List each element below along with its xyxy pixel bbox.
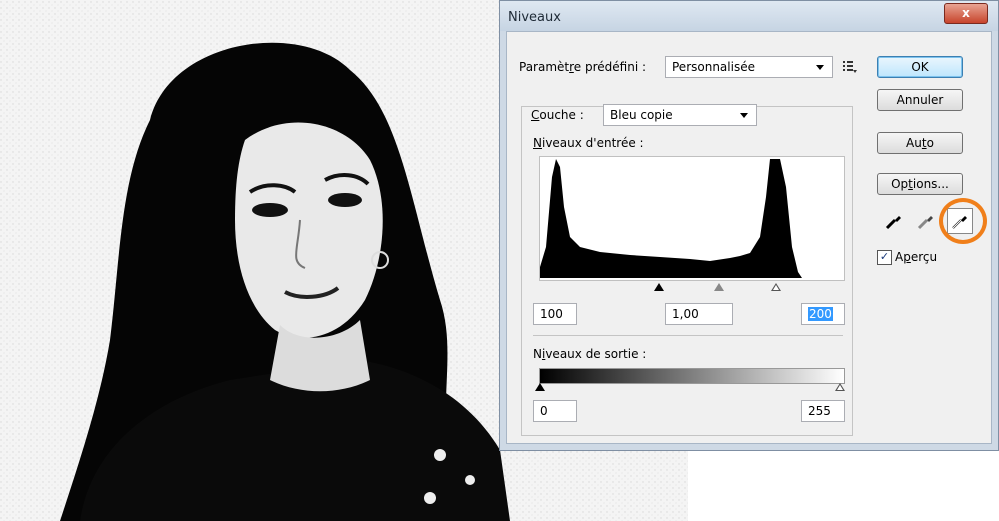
output-white-field[interactable]: 255 <box>801 400 845 422</box>
preview-checkbox[interactable]: ✓ <box>877 250 892 265</box>
preset-label: Paramètre prédéfini : <box>519 60 647 74</box>
divider <box>533 335 843 336</box>
preset-value: Personnalisée <box>672 60 755 74</box>
title-bar[interactable]: Niveaux x <box>500 1 998 31</box>
input-white-field[interactable]: 200 <box>801 303 845 325</box>
channel-select[interactable]: Bleu copie <box>603 104 757 126</box>
preset-select[interactable]: Personnalisée <box>665 56 833 78</box>
input-black-field[interactable]: 100 <box>533 303 577 325</box>
cancel-button[interactable]: Annuler <box>877 89 963 111</box>
close-button[interactable]: x <box>944 3 988 24</box>
auto-button[interactable]: Auto <box>877 132 963 154</box>
input-gamma-slider[interactable] <box>714 283 724 291</box>
preview-label: Aperçu <box>895 250 938 264</box>
dialog-title: Niveaux <box>508 10 561 25</box>
output-levels-label: Niveaux de sortie : <box>533 347 647 361</box>
output-black-slider[interactable] <box>535 383 545 391</box>
histogram <box>539 156 845 281</box>
dialog-client-area: Paramètre prédéfini : Personnalisée Couc… <box>506 31 992 444</box>
black-point-eyedropper-icon[interactable] <box>883 210 905 232</box>
levels-dialog: Niveaux x Paramètre prédéfini : Personna… <box>499 0 999 451</box>
gray-point-eyedropper-icon[interactable] <box>915 210 937 232</box>
options-button[interactable]: Options... <box>877 173 963 195</box>
input-gamma-field[interactable]: 1,00 <box>665 303 733 325</box>
ok-button[interactable]: OK <box>877 56 963 78</box>
input-black-slider[interactable] <box>654 283 664 291</box>
highlight-circle <box>939 198 987 244</box>
output-gradient <box>539 368 845 384</box>
output-white-slider-fill <box>837 385 843 390</box>
output-black-field[interactable]: 0 <box>533 400 577 422</box>
channel-label: Couche : <box>527 108 588 122</box>
chevron-down-icon <box>740 113 748 118</box>
preset-options-icon[interactable] <box>843 59 857 73</box>
chevron-down-icon <box>816 65 824 70</box>
input-white-value: 200 <box>808 307 833 321</box>
input-white-slider-fill <box>773 285 779 290</box>
channel-value: Bleu copie <box>610 108 673 122</box>
close-icon: x <box>962 6 970 20</box>
input-levels-label: Niveaux d'entrée : <box>533 136 644 150</box>
